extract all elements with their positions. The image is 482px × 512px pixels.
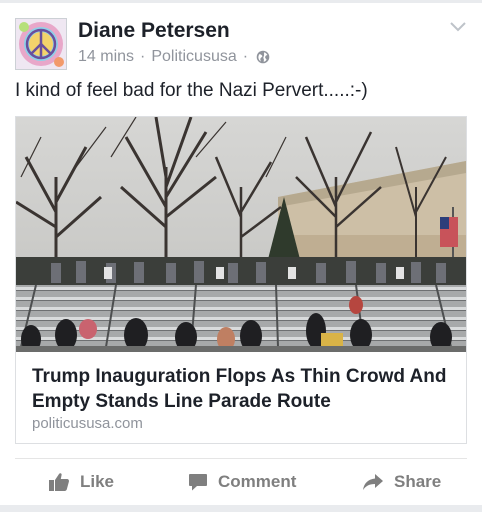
share-label: Share xyxy=(394,472,442,491)
comment-label: Comment xyxy=(218,472,297,491)
post-source[interactable]: Politicususa xyxy=(151,48,236,66)
avatar-image xyxy=(16,19,66,69)
top-divider xyxy=(0,0,482,3)
comment-bubble-icon xyxy=(189,474,207,491)
post-time[interactable]: 14 mins xyxy=(78,48,134,66)
post-text: I kind of feel bad for the Nazi Pervert.… xyxy=(15,80,368,101)
thumbs-up-icon xyxy=(49,473,69,491)
chevron-down-icon[interactable] xyxy=(448,20,468,34)
link-title[interactable]: Trump Inauguration Flops As Thin Crowd A… xyxy=(32,364,452,414)
comment-button[interactable]: Comment xyxy=(188,467,296,497)
post-meta: 14 mins · Politicususa · xyxy=(78,48,270,66)
bottom-divider xyxy=(0,505,482,512)
author-name[interactable]: Diane Petersen xyxy=(78,19,230,43)
like-button[interactable]: Like xyxy=(48,467,114,497)
share-button[interactable]: Share xyxy=(362,467,441,497)
globe-icon[interactable] xyxy=(256,50,270,64)
link-preview-image[interactable] xyxy=(16,117,466,352)
link-domain: politicususa.com xyxy=(32,415,143,432)
meta-separator: · xyxy=(140,48,146,65)
meta-separator: · xyxy=(242,48,249,65)
share-arrow-icon xyxy=(363,474,383,490)
link-preview-card[interactable]: Trump Inauguration Flops As Thin Crowd A… xyxy=(15,116,467,444)
actions-divider xyxy=(15,458,467,459)
avatar[interactable] xyxy=(15,18,67,70)
like-label: Like xyxy=(80,472,115,491)
